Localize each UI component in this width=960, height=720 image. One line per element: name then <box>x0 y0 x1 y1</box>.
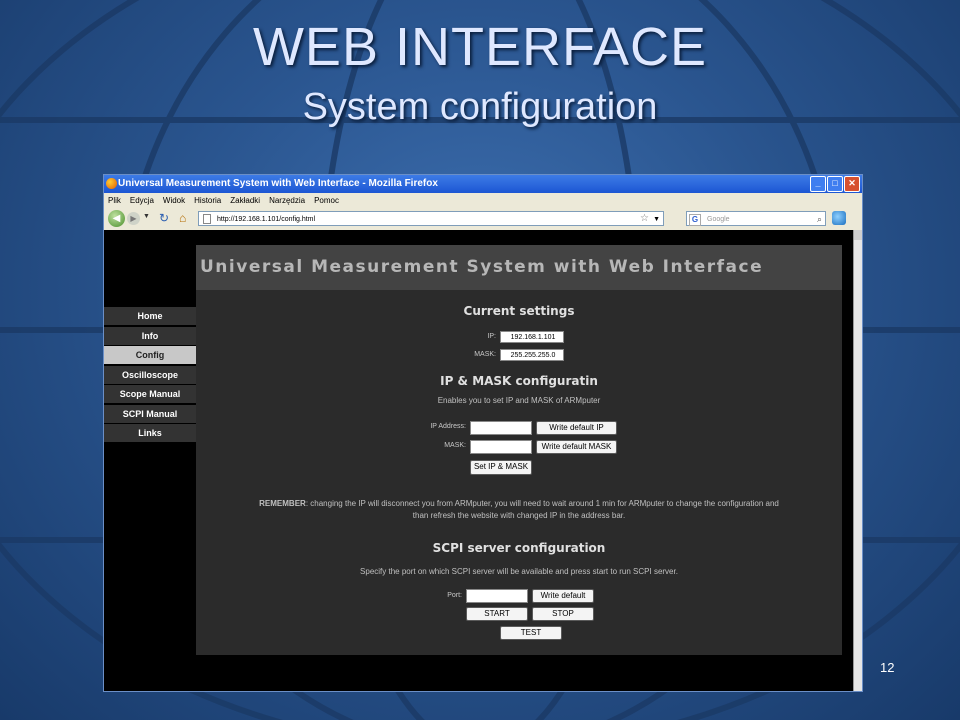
test-button[interactable]: TEST <box>500 626 562 640</box>
remember-line-1: REMEMBER: changing the IP will disconnec… <box>259 499 779 508</box>
close-button[interactable]: ✕ <box>844 176 860 192</box>
current-mask-value: 255.255.255.0 <box>500 349 564 361</box>
history-dropdown-icon[interactable]: ▼ <box>143 213 150 220</box>
mask-input[interactable] <box>470 440 532 454</box>
home-icon[interactable]: ⌂ <box>179 211 186 225</box>
current-mask-label: MASK: <box>474 351 496 358</box>
ip-address-label: IP Address: <box>430 423 466 430</box>
start-button[interactable]: START <box>466 607 528 621</box>
nav-links[interactable]: Links <box>104 424 196 442</box>
nav-scope-manual[interactable]: Scope Manual <box>104 385 196 403</box>
remember-label: REMEMBER <box>259 499 306 508</box>
menu-widok[interactable]: Widok <box>163 193 185 208</box>
nav-config[interactable]: Config <box>104 346 196 364</box>
ip-address-input[interactable] <box>470 421 532 435</box>
search-input[interactable]: G Google ⌕ <box>686 211 826 226</box>
navigation-toolbar: ◀ ▶ ▼ ↻ ⌂ http://192.168.1.101/config.ht… <box>104 208 862 231</box>
nav-home[interactable]: Home <box>104 307 196 325</box>
write-default-port-button[interactable]: Write default <box>532 589 594 603</box>
url-dropdown-icon[interactable]: ▼ <box>653 212 660 227</box>
menu-pomoc[interactable]: Pomoc <box>314 193 339 208</box>
mask-label: MASK: <box>444 442 466 449</box>
browser-window: Universal Measurement System with Web In… <box>103 174 863 692</box>
search-placeholder: Google <box>707 216 730 223</box>
site-nav: Home Info Config Oscilloscope Scope Manu… <box>104 307 196 444</box>
menu-edycja[interactable]: Edycja <box>130 193 154 208</box>
ipmask-title: IP & MASK configuratin <box>440 374 598 388</box>
port-label: Port: <box>447 592 462 599</box>
site-header: Universal Measurement System with Web In… <box>196 245 842 290</box>
addon-icon[interactable] <box>832 211 846 225</box>
slide-title: WEB INTERFACE <box>252 17 708 77</box>
reload-icon[interactable]: ↻ <box>159 211 169 225</box>
set-ip-mask-button[interactable]: Set IP & MASK <box>470 460 532 475</box>
vertical-scrollbar[interactable] <box>853 230 862 691</box>
page-icon <box>203 214 211 224</box>
window-titlebar[interactable]: Universal Measurement System with Web In… <box>104 175 862 193</box>
stop-button[interactable]: STOP <box>532 607 594 621</box>
google-icon[interactable]: G <box>689 214 701 226</box>
scpi-description: Specify the port on which SCPI server wi… <box>360 567 678 576</box>
bookmark-star-icon[interactable]: ☆ <box>640 211 649 226</box>
current-ip-value: 192.168.1.101 <box>500 331 564 343</box>
config-content: Current settings IP: 192.168.1.101 MASK:… <box>196 290 842 655</box>
scroll-up-button[interactable] <box>854 230 862 240</box>
firefox-icon <box>106 178 117 189</box>
search-icon[interactable]: ⌕ <box>817 212 822 227</box>
menu-plik[interactable]: Plik <box>108 193 121 208</box>
current-ip-label: IP: <box>487 333 496 340</box>
site-panel: Universal Measurement System with Web In… <box>196 245 842 655</box>
current-settings-title: Current settings <box>463 304 575 318</box>
nav-oscilloscope[interactable]: Oscilloscope <box>104 365 196 384</box>
url-text: http://192.168.1.101/config.html <box>217 216 316 223</box>
nav-scpi-manual[interactable]: SCPI Manual <box>104 404 196 423</box>
remember-line-2: than refresh the website with changed IP… <box>412 511 626 520</box>
window-title: Universal Measurement System with Web In… <box>118 178 438 189</box>
url-bar[interactable]: http://192.168.1.101/config.html ☆ ▼ <box>198 211 664 226</box>
scpi-title: SCPI server configuration <box>432 541 606 555</box>
maximize-button[interactable]: □ <box>827 176 843 192</box>
back-icon[interactable]: ◀ <box>108 210 125 227</box>
slide-number: 12 <box>880 660 895 675</box>
forward-icon[interactable]: ▶ <box>127 212 140 225</box>
menu-zakladki[interactable]: Zakładki <box>230 193 260 208</box>
menu-bar: Plik Edycja Widok Historia Zakładki Narz… <box>104 193 862 208</box>
nav-info[interactable]: Info <box>104 326 196 345</box>
menu-narzedzia[interactable]: Narzędzia <box>269 193 305 208</box>
page-viewport: Home Info Config Oscilloscope Scope Manu… <box>104 230 862 691</box>
menu-historia[interactable]: Historia <box>194 193 221 208</box>
write-default-ip-button[interactable]: Write default IP <box>536 421 617 435</box>
slide-subtitle: System configuration <box>302 86 658 128</box>
minimize-button[interactable]: _ <box>810 176 826 192</box>
port-input[interactable] <box>466 589 528 603</box>
ipmask-description: Enables you to set IP and MASK of ARMput… <box>437 396 601 405</box>
write-default-mask-button[interactable]: Write default MASK <box>536 440 617 454</box>
